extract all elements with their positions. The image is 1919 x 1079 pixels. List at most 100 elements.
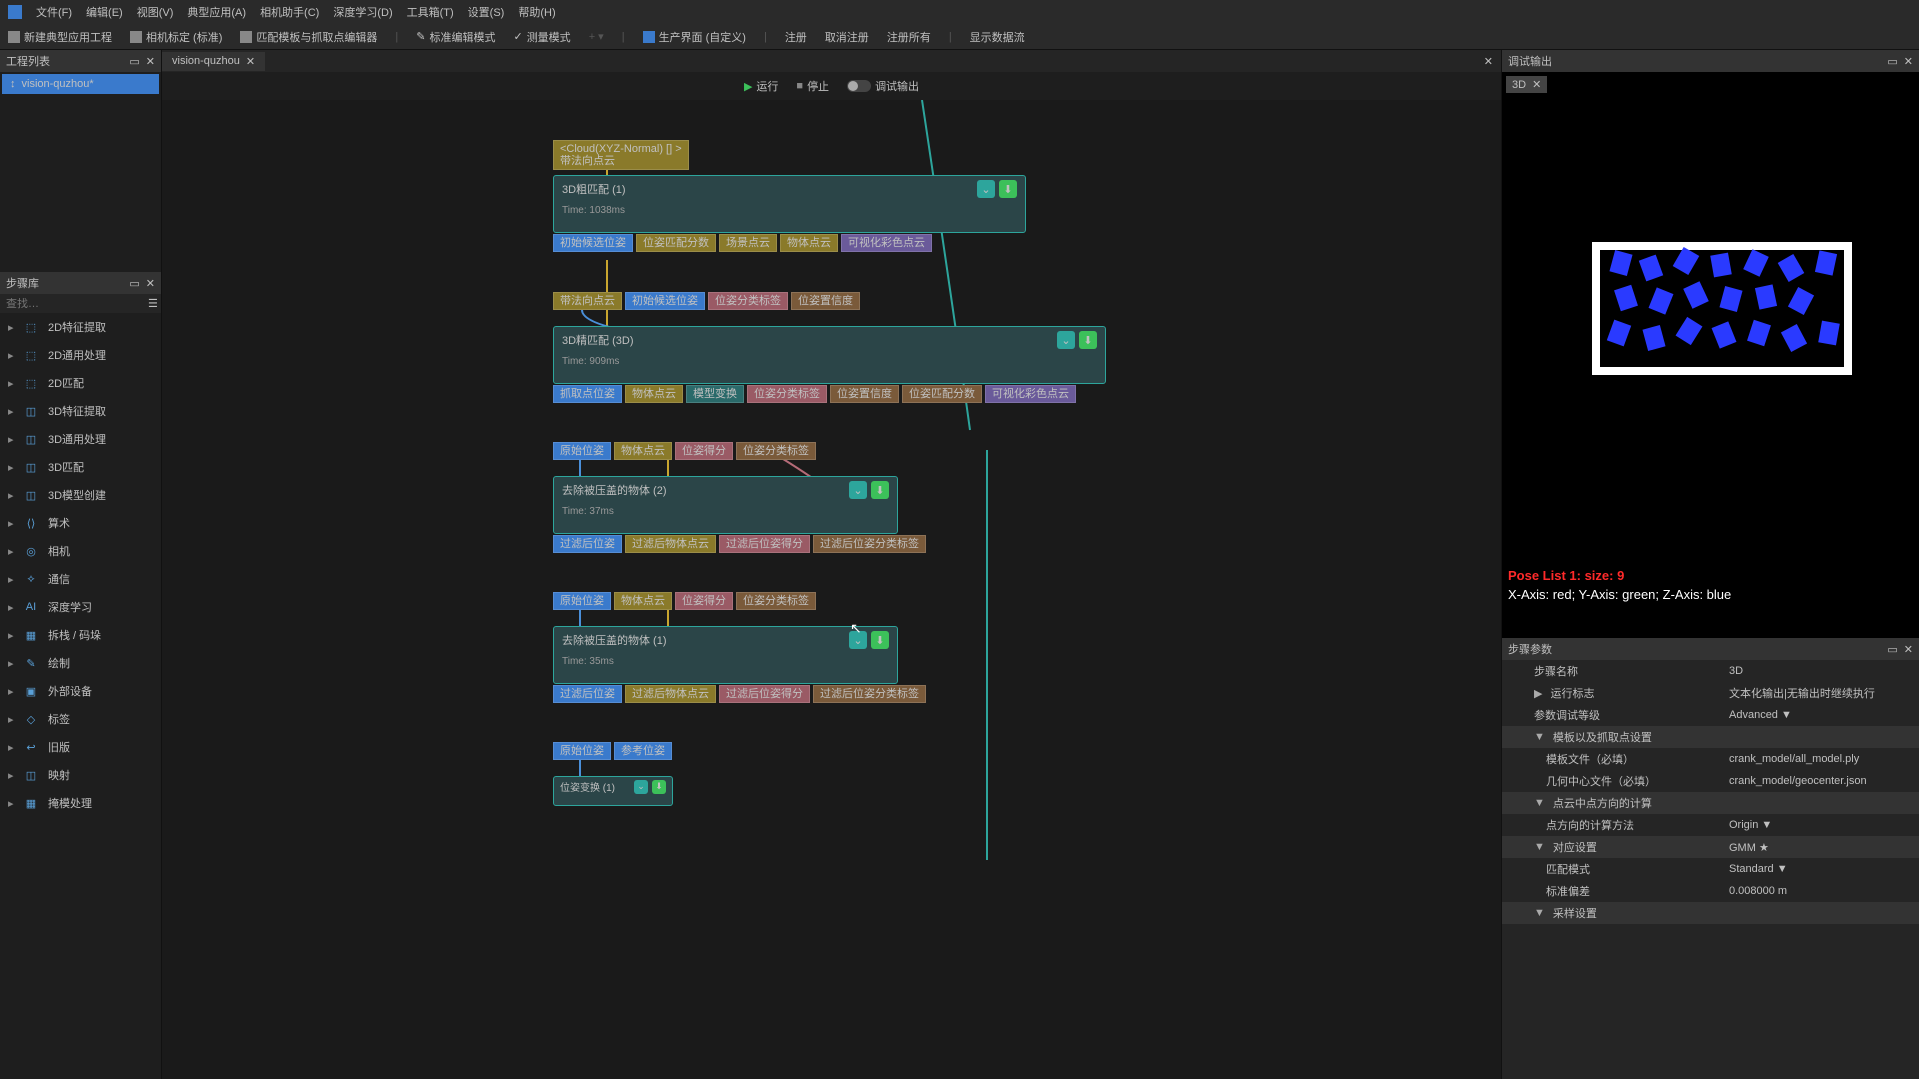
node-remove-covered-2[interactable]: 去除被压盖的物体 (2)⌄⬇ Time: 37ms [553,476,898,534]
tb-edit-mode[interactable]: ✎标准编辑模式 [416,29,495,45]
close-icon[interactable]: ✕ [246,55,255,68]
debug-toggle[interactable]: 调试输出 [847,78,919,94]
stop-button[interactable]: ■停止 [796,78,829,94]
collapse-icon[interactable]: ⌄ [634,780,648,794]
port[interactable]: 抓取点位姿 [553,385,622,403]
param-row[interactable]: 模板文件（必填）crank_model/all_model.ply [1502,748,1919,770]
step-category[interactable]: ▸✎绘制 [0,649,161,677]
menu-edit[interactable]: 编辑(E) [86,4,123,20]
port[interactable]: 位姿匹配分数 [636,234,716,252]
tree-toggle-icon[interactable]: ▼ [1534,841,1545,853]
close-icon[interactable]: ✕ [1476,55,1501,68]
step-category[interactable]: ▸⬚2D特征提取 [0,313,161,341]
menu-dl[interactable]: 深度学习(D) [333,4,392,20]
node-3d-fine-match[interactable]: 3D精匹配 (3D)⌄⬇ Time: 909ms [553,326,1106,384]
port[interactable]: 位姿得分 [675,592,733,610]
param-row[interactable]: ▼对应设置GMM ★ [1502,836,1919,858]
port-cloud[interactable]: <Cloud(XYZ-Normal) [] >带法向点云 [553,140,689,170]
param-row[interactable]: 点方向的计算方法Origin ▼ [1502,814,1919,836]
param-row[interactable]: 匹配模式Standard ▼ [1502,858,1919,880]
step-category[interactable]: ▸◇标签 [0,705,161,733]
tb-production[interactable]: 生产界面 (自定义) [643,29,746,45]
step-category[interactable]: ▸⬚2D通用处理 [0,341,161,369]
port[interactable]: 过滤后位姿 [553,535,622,553]
tb-show-dataflow[interactable]: 显示数据流 [970,29,1025,45]
node-pose-transform[interactable]: 位姿变换 (1)⌄⬇ [553,776,673,806]
tb-camera-calib[interactable]: 相机标定 (标准) [130,29,222,45]
port[interactable]: 物体点云 [625,385,683,403]
search-input[interactable] [6,298,148,310]
step-category[interactable]: ▸AI深度学习 [0,593,161,621]
port[interactable]: 可视化彩色点云 [841,234,932,252]
menu-toolbox[interactable]: 工具箱(T) [407,4,454,20]
restore-icon[interactable]: ▭ [129,277,139,290]
project-tab-active[interactable]: ↕ vision-quzhou* [2,74,159,94]
step-category[interactable]: ▸▦拆栈 / 码垛 [0,621,161,649]
param-row[interactable]: ▼采样设置 [1502,902,1919,924]
tb-new-project[interactable]: 新建典型应用工程 [8,29,112,45]
tb-register[interactable]: 注册 [785,29,807,45]
menu-file[interactable]: 文件(F) [36,4,72,20]
collapse-icon[interactable]: ⌄ [849,481,867,499]
param-row[interactable]: 几何中心文件（必填）crank_model/geocenter.json [1502,770,1919,792]
param-row[interactable]: ▼点云中点方向的计算 [1502,792,1919,814]
viewer-tab[interactable]: 3D✕ [1506,76,1547,93]
step-category[interactable]: ▸⟨⟩算术 [0,509,161,537]
param-value[interactable]: 0.008000 m [1729,885,1909,897]
run-button[interactable]: ▶运行 [744,78,778,94]
port[interactable]: 过滤后位姿分类标签 [813,535,926,553]
menu-camera[interactable]: 相机助手(C) [260,4,319,20]
step-category[interactable]: ▸▦掩模处理 [0,789,161,817]
tb-measure[interactable]: ✓测量模式 [513,29,570,45]
param-value[interactable]: crank_model/geocenter.json [1729,775,1909,787]
port[interactable]: 位姿得分 [675,442,733,460]
param-row[interactable]: ▶运行标志文本化输出|无输出时继续执行 [1502,682,1919,704]
port[interactable]: 带法向点云 [553,292,622,310]
run-node-icon[interactable]: ⬇ [1079,331,1097,349]
run-node-icon[interactable]: ⬇ [871,481,889,499]
tree-toggle-icon[interactable]: ▶ [1534,687,1542,700]
step-category[interactable]: ▸↩旧版 [0,733,161,761]
menu-app[interactable]: 典型应用(A) [187,4,246,20]
restore-icon[interactable]: ▭ [1887,643,1897,656]
port[interactable]: 过滤后物体点云 [625,535,716,553]
port[interactable]: 位姿置信度 [830,385,899,403]
port[interactable]: 位姿分类标签 [747,385,827,403]
param-value[interactable]: GMM ★ [1729,841,1909,854]
run-node-icon[interactable]: ⬇ [652,780,666,794]
menu-view[interactable]: 视图(V) [137,4,174,20]
port[interactable]: 初始候选位姿 [625,292,705,310]
param-value[interactable]: Advanced ▼ [1729,709,1909,721]
run-node-icon[interactable]: ⬇ [999,180,1017,198]
tb-unregister[interactable]: 取消注册 [825,29,869,45]
run-node-icon[interactable]: ⬇ [871,631,889,649]
step-category[interactable]: ▸◫3D通用处理 [0,425,161,453]
port[interactable]: 物体点云 [614,442,672,460]
port[interactable]: 可视化彩色点云 [985,385,1076,403]
menu-help[interactable]: 帮助(H) [518,4,555,20]
port[interactable]: 过滤后位姿 [553,685,622,703]
step-category[interactable]: ▸◫映射 [0,761,161,789]
port[interactable]: 参考位姿 [614,742,672,760]
menu-settings[interactable]: 设置(S) [468,4,505,20]
param-value[interactable]: Origin ▼ [1729,819,1909,831]
node-3d-coarse-match[interactable]: 3D粗匹配 (1)⌄⬇ Time: 1038ms [553,175,1026,233]
param-value[interactable]: 3D [1729,665,1909,677]
port[interactable]: 位姿分类标签 [736,592,816,610]
param-row[interactable]: 标准偏差0.008000 m [1502,880,1919,902]
tree-toggle-icon[interactable]: ▼ [1534,731,1545,743]
step-category[interactable]: ▸▣外部设备 [0,677,161,705]
collapse-icon[interactable]: ⌄ [977,180,995,198]
step-category[interactable]: ▸◫3D特征提取 [0,397,161,425]
port[interactable]: 物体点云 [614,592,672,610]
tb-match-editor[interactable]: 匹配模板与抓取点编辑器 [240,29,377,45]
port[interactable]: 模型变换 [686,385,744,403]
close-icon[interactable]: ✕ [146,55,155,68]
close-icon[interactable]: ✕ [146,277,155,290]
step-category[interactable]: ▸◫3D模型创建 [0,481,161,509]
tree-toggle-icon[interactable]: ▼ [1534,797,1545,809]
3d-viewer[interactable]: 3D✕ Pose List 1: size: 9 X-Axis: red; Y-… [1502,72,1919,638]
step-category[interactable]: ▸⬚2D匹配 [0,369,161,397]
port[interactable]: 原始位姿 [553,742,611,760]
step-category[interactable]: ▸◎相机 [0,537,161,565]
